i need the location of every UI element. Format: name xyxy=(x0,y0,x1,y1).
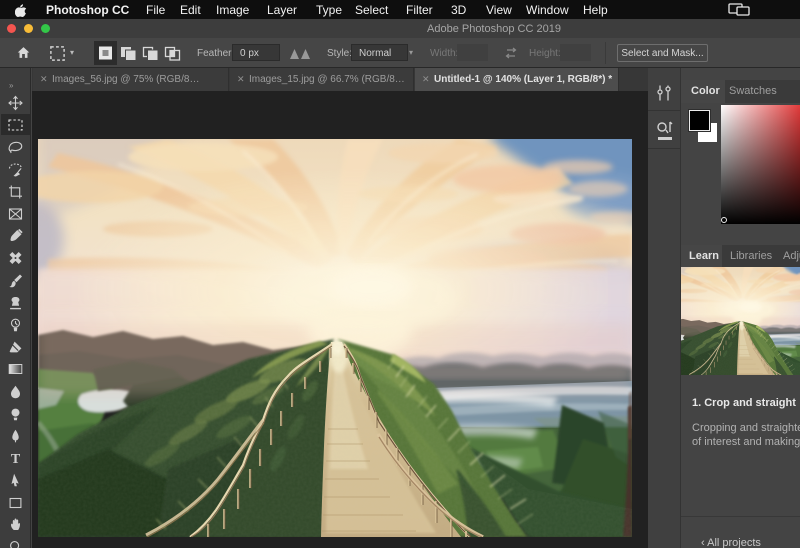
svg-text:T: T xyxy=(11,452,21,467)
